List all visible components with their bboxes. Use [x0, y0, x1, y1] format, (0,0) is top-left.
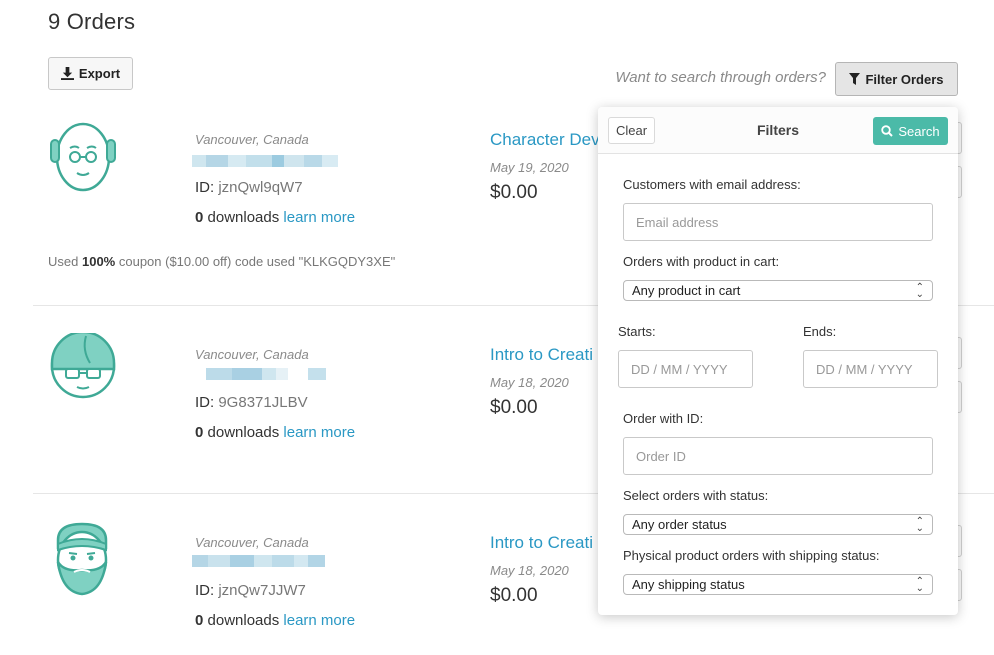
select-arrows-icon: ⌃ ⌄ [915, 281, 924, 300]
learn-more-link[interactable]: learn more [283, 424, 355, 441]
export-label: Export [78, 66, 121, 81]
customer-avatar-icon [50, 122, 116, 192]
downloads-count: 0 downloads learn more [195, 612, 356, 629]
export-button[interactable]: Export [48, 57, 133, 90]
product-title-link[interactable]: Intro to Creati [490, 345, 593, 365]
shipping-select[interactable]: Any shipping status ⌃ ⌄ [623, 574, 933, 595]
status-filter-label: Select orders with status: [623, 488, 769, 503]
search-icon [881, 125, 894, 137]
order-price: $0.00 [490, 397, 538, 418]
order-date: May 18, 2020 [490, 563, 569, 578]
customer-email-redacted [192, 155, 338, 167]
order-price: $0.00 [490, 182, 538, 203]
select-arrows-icon: ⌃ ⌄ [915, 575, 924, 594]
filters-header: Clear Filters Search [598, 107, 958, 154]
order-id-field[interactable] [623, 437, 933, 475]
search-hint: Want to search through orders? [615, 69, 826, 86]
page-title: 9 Orders [48, 9, 136, 34]
ends-label: Ends: [803, 324, 837, 339]
start-date-field[interactable] [618, 350, 753, 388]
learn-more-link[interactable]: learn more [283, 612, 355, 629]
shipping-select-value: Any shipping status [632, 577, 745, 592]
email-field[interactable] [623, 203, 933, 241]
email-filter-label: Customers with email address: [623, 177, 801, 192]
product-title-link[interactable]: Intro to Creati [490, 533, 593, 553]
download-icon [60, 67, 74, 80]
filter-orders-button[interactable]: Filter Orders [835, 62, 958, 96]
order-date: May 18, 2020 [490, 375, 569, 390]
filters-panel: Clear Filters Search Customers with emai… [598, 107, 958, 615]
order-price: $0.00 [490, 585, 538, 606]
end-date-field[interactable] [803, 350, 938, 388]
customer-email-redacted [192, 555, 325, 567]
order-id: ID: jznQwl9qW7 [195, 179, 303, 196]
customer-avatar-icon [50, 333, 116, 399]
product-title-link[interactable]: Character Dev [490, 130, 600, 150]
starts-label: Starts: [618, 324, 656, 339]
product-select-value: Any product in cart [632, 283, 741, 298]
shipping-filter-label: Physical product orders with shipping st… [623, 548, 880, 563]
customer-location: Vancouver, Canada [195, 132, 309, 147]
product-select[interactable]: Any product in cart ⌃ ⌄ [623, 280, 933, 301]
funnel-icon [849, 73, 861, 85]
status-select[interactable]: Any order status ⌃ ⌄ [623, 514, 933, 535]
downloads-count: 0 downloads learn more [195, 424, 356, 441]
order-id-filter-label: Order with ID: [623, 411, 704, 426]
learn-more-link[interactable]: learn more [283, 209, 355, 226]
select-arrows-icon: ⌃ ⌄ [915, 515, 924, 534]
customer-avatar-icon [56, 522, 108, 596]
downloads-count: 0 downloads learn more [195, 209, 356, 226]
filter-orders-label: Filter Orders [865, 71, 944, 87]
product-filter-label: Orders with product in cart: [623, 254, 780, 269]
search-label: Search [898, 123, 940, 139]
order-id: ID: jznQw7JJW7 [195, 582, 306, 599]
coupon-note: Used 100% coupon ($10.00 off) code used … [48, 254, 396, 269]
order-id: ID: 9G8371JLBV [195, 394, 308, 411]
customer-location: Vancouver, Canada [195, 535, 309, 550]
customer-location: Vancouver, Canada [195, 347, 309, 362]
customer-email-redacted [192, 368, 326, 380]
status-select-value: Any order status [632, 517, 727, 532]
order-date: May 19, 2020 [490, 160, 569, 175]
search-button[interactable]: Search [873, 117, 948, 145]
